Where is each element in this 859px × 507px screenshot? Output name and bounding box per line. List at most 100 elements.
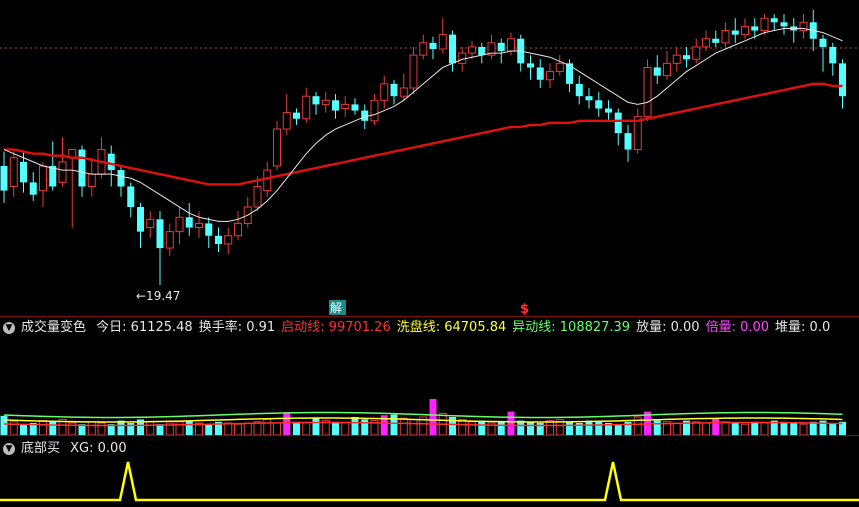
volume-bar bbox=[751, 421, 759, 435]
candle bbox=[39, 161, 47, 208]
volume-bar bbox=[49, 421, 57, 435]
candle bbox=[332, 94, 339, 119]
candle bbox=[185, 202, 193, 236]
volume-indicator-item: 倍量: 0.00 bbox=[705, 320, 770, 335]
signal-s-marker: $ bbox=[520, 302, 529, 317]
candle bbox=[341, 96, 350, 117]
candle bbox=[9, 151, 18, 197]
volume-bar bbox=[243, 422, 252, 436]
candle bbox=[312, 92, 320, 115]
candle bbox=[487, 34, 496, 60]
volume-bar bbox=[527, 421, 534, 435]
volume-bar bbox=[517, 420, 525, 435]
candle bbox=[575, 75, 583, 105]
candle bbox=[633, 108, 642, 154]
volume-bar bbox=[429, 399, 437, 435]
candle bbox=[29, 172, 37, 201]
volume-bar bbox=[175, 421, 184, 436]
candle bbox=[215, 227, 222, 253]
volume-bar bbox=[390, 414, 398, 435]
candle bbox=[195, 211, 203, 238]
candle bbox=[692, 38, 701, 64]
volume-bar bbox=[468, 421, 476, 436]
candle bbox=[156, 211, 164, 285]
candle bbox=[624, 124, 632, 162]
candle bbox=[702, 30, 710, 52]
candle bbox=[839, 59, 846, 109]
candle bbox=[302, 87, 311, 123]
candle bbox=[351, 98, 359, 115]
volume-bar bbox=[263, 418, 272, 436]
ma-long-line bbox=[4, 82, 843, 186]
candle bbox=[409, 46, 418, 95]
volume-bar bbox=[332, 421, 339, 435]
volume-bar bbox=[458, 418, 467, 436]
collapse-toggle-icon[interactable]: ▼ bbox=[3, 321, 15, 334]
panel-separator bbox=[0, 316, 859, 317]
volume-bar bbox=[478, 420, 486, 435]
min-price-label: ←19.47 bbox=[136, 289, 180, 303]
candle bbox=[49, 141, 57, 191]
volume-bar bbox=[205, 424, 213, 435]
candle bbox=[224, 227, 233, 255]
volume-bar bbox=[741, 423, 749, 436]
volume-bar bbox=[234, 423, 242, 436]
candle bbox=[497, 38, 505, 64]
panel-separator-2 bbox=[0, 435, 859, 436]
candle bbox=[87, 157, 96, 197]
candle bbox=[165, 223, 174, 257]
volume-bar bbox=[224, 422, 233, 436]
volume-indicator-item: 异动线: 108827.39 bbox=[512, 320, 631, 335]
candle bbox=[653, 55, 661, 84]
volume-bar bbox=[702, 422, 710, 436]
candle bbox=[799, 14, 808, 39]
candle bbox=[721, 22, 730, 47]
volume-bar bbox=[595, 421, 603, 435]
volume-panel-header: ▼ 成交量变色 今日: 61125.48 换手率: 0.91 启动线: 99701.2… bbox=[0, 319, 859, 337]
volume-bar bbox=[731, 423, 739, 435]
candle bbox=[536, 59, 544, 88]
volume-bar bbox=[87, 421, 96, 436]
volume-bar bbox=[546, 420, 554, 436]
candle bbox=[741, 18, 749, 39]
candle bbox=[517, 34, 525, 72]
candle bbox=[146, 211, 155, 238]
volume-bar bbox=[829, 423, 837, 435]
volume-indicator-item: 放量: 0.00 bbox=[636, 320, 700, 335]
volume-bar bbox=[39, 420, 47, 436]
candle bbox=[712, 30, 720, 47]
volume-panel-title: 成交量变色 bbox=[21, 320, 87, 335]
candle bbox=[663, 51, 671, 80]
candle bbox=[419, 34, 428, 60]
volume-bar bbox=[721, 421, 730, 436]
candle bbox=[438, 18, 447, 54]
stock-chart-canvas: ←19.47 解 $ bbox=[0, 10, 859, 502]
volume-indicator-list: 今日: 61125.48 换手率: 0.91 启动线: 99701.26 洗盘线: 6… bbox=[96, 320, 836, 335]
candle bbox=[234, 211, 242, 240]
candle bbox=[0, 151, 8, 203]
bottom-panel-header: ▼ 底部买 XG: 0.00 bbox=[0, 440, 859, 458]
candle bbox=[390, 79, 398, 105]
collapse-toggle-icon[interactable]: ▼ bbox=[3, 442, 15, 455]
volume-bar bbox=[302, 422, 311, 436]
volume-bar bbox=[185, 420, 193, 435]
volume-bar bbox=[361, 419, 369, 435]
candle bbox=[585, 87, 593, 109]
volume-indicator-item: 洗盘线: 64705.84 bbox=[396, 320, 507, 335]
volume-bar bbox=[283, 413, 291, 435]
volume-bar bbox=[293, 421, 300, 435]
volume-bar bbox=[566, 421, 573, 435]
candle bbox=[68, 149, 77, 228]
volume-indicator-item: 堆量: 0.0 bbox=[775, 320, 831, 335]
candle bbox=[127, 182, 135, 218]
volume-bar bbox=[449, 417, 456, 435]
candle bbox=[380, 75, 389, 109]
candle bbox=[780, 14, 788, 35]
candle bbox=[399, 73, 408, 101]
candle bbox=[293, 108, 300, 125]
candle bbox=[58, 137, 67, 187]
candle bbox=[614, 108, 622, 146]
bottom-buy-signal-line bbox=[0, 461, 859, 502]
volume-bar bbox=[146, 421, 155, 436]
volume-bar bbox=[507, 411, 515, 435]
